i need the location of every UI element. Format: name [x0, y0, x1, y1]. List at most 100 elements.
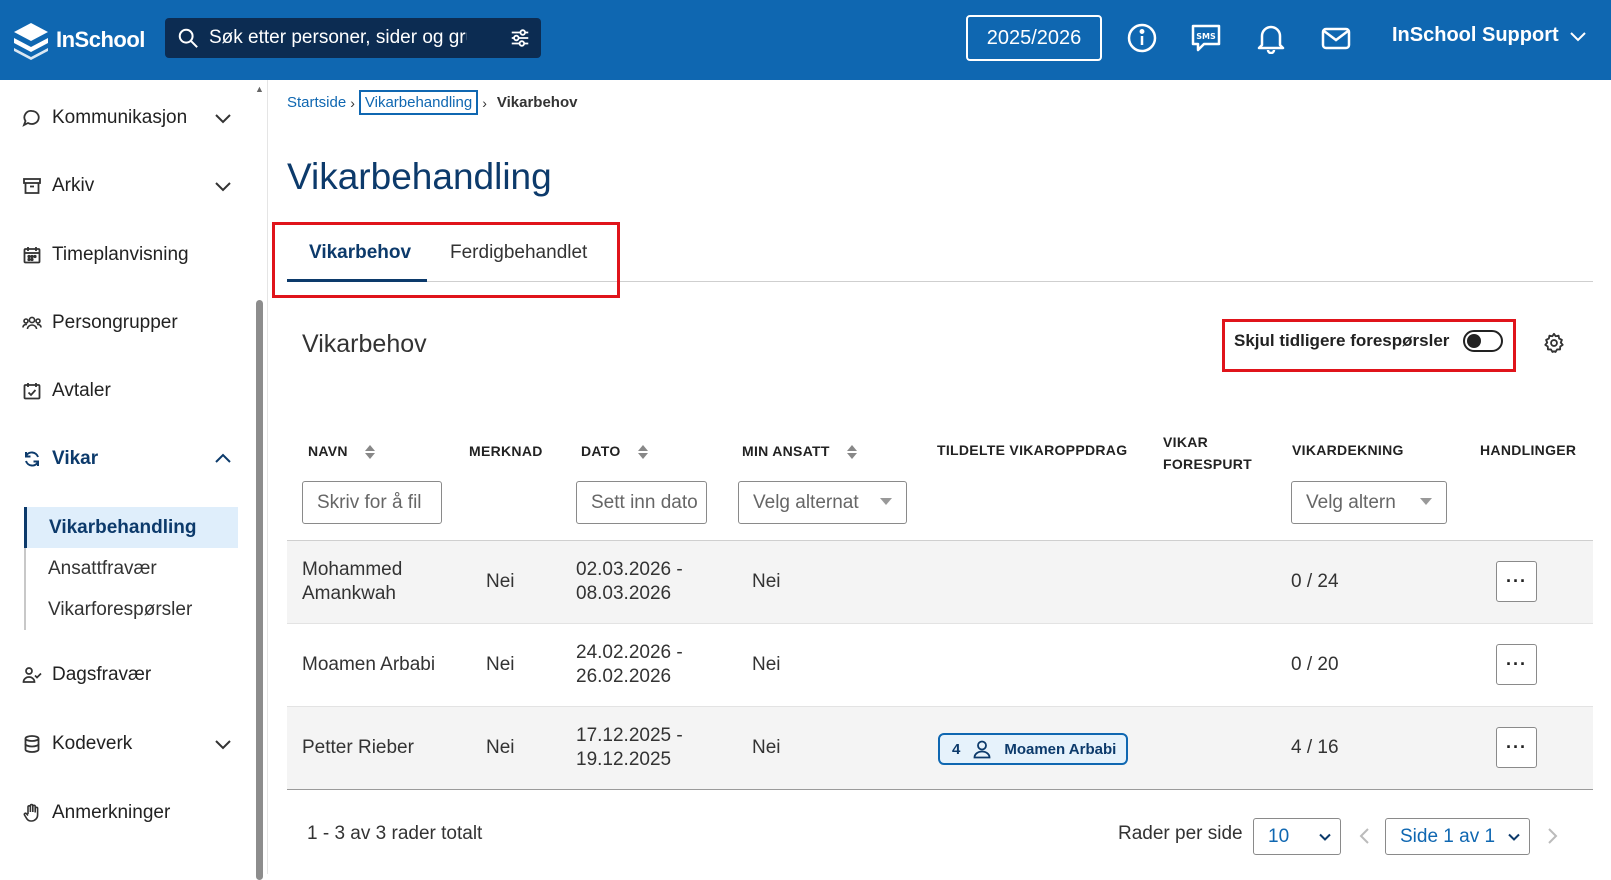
sms-icon[interactable]: SMS	[1190, 22, 1222, 54]
section-title: Vikarbehov	[302, 330, 427, 358]
global-search[interactable]: Søk etter personer, sider og gru	[165, 18, 541, 58]
sidebar-item-kodeverk[interactable]: Kodeverk	[22, 733, 232, 755]
date-line: 02.03.2026 -	[576, 559, 683, 580]
database-icon	[24, 735, 40, 753]
breadcrumb-parent-highlight: Vikarbehandling	[358, 90, 479, 115]
sidebar-item-avtaler[interactable]: Avtaler	[22, 380, 232, 402]
sidebar-item-label: Kommunikasjon	[52, 107, 188, 128]
page-select[interactable]: Side 1 av 1	[1385, 818, 1530, 855]
breadcrumb-parent-link[interactable]: Vikarbehandling	[365, 94, 472, 111]
cell-dato: 02.03.2026 - 08.03.2026	[576, 558, 683, 606]
sidebar-subitem-ansattfravaer[interactable]: Ansattfravær	[26, 548, 238, 589]
column-header-label: NAVN	[308, 443, 348, 459]
sidebar-subitem-vikarbehandling[interactable]: Vikarbehandling	[24, 507, 238, 548]
chevron-up-icon	[215, 453, 231, 463]
app-logo[interactable]: InSchool	[12, 20, 145, 60]
logo-text: InSchool	[56, 27, 145, 52]
row-actions-button[interactable]: ···	[1496, 644, 1537, 685]
sidebar-scrollbar[interactable]: ▲	[254, 80, 264, 880]
sidebar-item-label: Vikar	[52, 448, 99, 469]
date-line: 24.02.2026 -	[576, 642, 683, 663]
filter-sliders-icon[interactable]	[509, 27, 531, 49]
search-icon	[178, 28, 198, 48]
min-ansatt-filter-select[interactable]: Velg alternat	[738, 481, 907, 524]
sidebar-item-persongrupper[interactable]: Persongrupper	[22, 312, 232, 334]
column-header-min-ansatt[interactable]: MIN ANSATT	[742, 443, 858, 460]
cell-min-ansatt: Nei	[752, 737, 781, 758]
previous-page-icon[interactable]	[1358, 827, 1372, 845]
sidebar-item-arkiv[interactable]: Arkiv	[22, 175, 232, 197]
school-year-button[interactable]: 2025/2026	[966, 15, 1102, 61]
mail-icon[interactable]	[1320, 22, 1352, 54]
row-actions-button[interactable]: ···	[1496, 727, 1537, 768]
date-line: 17.12.2025 -	[576, 725, 683, 746]
date-line: 26.02.2026	[576, 666, 672, 687]
svg-text:SMS: SMS	[1196, 32, 1216, 41]
bell-icon[interactable]	[1255, 22, 1287, 54]
sidebar-item-vikar[interactable]: Vikar	[22, 448, 232, 470]
column-header-label: MIN ANSATT	[742, 443, 830, 459]
column-header-vikardekning: VIKARDEKNING	[1292, 442, 1404, 458]
person-icon	[973, 740, 991, 759]
date-line: 19.12.2025	[576, 749, 672, 770]
chevron-down-icon	[215, 182, 231, 192]
info-icon[interactable]	[1126, 22, 1158, 54]
sidebar-item-label: Persongrupper	[52, 312, 178, 333]
sidebar-item-kommunikasjon[interactable]: Kommunikasjon	[22, 107, 232, 129]
column-header-dato[interactable]: DATO	[581, 443, 649, 460]
sidebar-item-label: Kodeverk	[52, 733, 133, 754]
scrollbar-thumb[interactable]	[256, 300, 263, 880]
assigned-substitute-chip[interactable]: 4 Moamen Arbabi	[938, 733, 1129, 765]
chevron-down-icon	[215, 740, 231, 750]
scroll-up-arrow-icon[interactable]: ▲	[255, 84, 264, 94]
vikar-submenu: Vikarbehandling Ansattfravær Vikarforesp…	[24, 507, 238, 630]
cell-merknad: Nei	[486, 654, 515, 675]
cell-vikardekning: 0 / 24	[1291, 571, 1339, 592]
sidebar-item-dagsfravaer[interactable]: Dagsfravær	[22, 664, 232, 686]
select-value: Velg alternat	[753, 491, 859, 513]
search-input[interactable]: Søk etter personer, sider og gru	[209, 27, 467, 49]
sidebar-item-timeplanvisning[interactable]: Timeplanvisning	[22, 244, 232, 266]
vikardekning-filter-select[interactable]: Velg altern	[1291, 481, 1447, 524]
navn-filter-input[interactable]: Skriv for å fil	[302, 481, 442, 524]
chip-count: 4	[952, 740, 961, 758]
table-row[interactable]: Petter Rieber Nei 17.12.2025 - 19.12.202…	[287, 707, 1593, 790]
sort-icon[interactable]	[637, 444, 649, 460]
cell-merknad: Nei	[486, 571, 515, 592]
rows-per-page-label: Rader per side	[1118, 823, 1243, 844]
sort-icon[interactable]	[364, 444, 376, 460]
next-page-icon[interactable]	[1545, 827, 1559, 845]
table-row[interactable]: Moamen Arbabi Nei 24.02.2026 - 26.02.202…	[287, 624, 1593, 707]
select-value: 10	[1268, 825, 1290, 847]
table-row[interactable]: Mohammed Amankwah Nei 02.03.2026 - 08.03…	[287, 541, 1593, 624]
calendar-icon	[23, 247, 41, 264]
cell-navn: Mohammed Amankwah	[302, 558, 402, 606]
toggle-highlight-box	[1222, 319, 1516, 372]
user-menu[interactable]: InSchool Support	[1392, 24, 1587, 47]
name-line: Mohammed	[302, 559, 403, 580]
sidebar-item-label: Anmerkninger	[52, 802, 171, 823]
dato-filter-input[interactable]: Sett inn dato	[576, 481, 707, 524]
name-line: Amankwah	[302, 583, 396, 604]
breadcrumb-home-link[interactable]: Startside	[287, 94, 346, 111]
sidebar-subitem-vikarforesporsler[interactable]: Vikarforespørsler	[26, 589, 238, 630]
tabs-highlight-box	[272, 222, 620, 298]
person-check-icon	[22, 667, 42, 683]
cell-dato: 24.02.2026 - 26.02.2026	[576, 641, 683, 689]
column-header-navn[interactable]: NAVN	[308, 443, 376, 460]
cell-navn: Petter Rieber	[302, 737, 414, 758]
sidebar-item-anmerkninger[interactable]: Anmerkninger	[22, 802, 232, 824]
user-name: InSchool Support	[1392, 24, 1559, 46]
cell-min-ansatt: Nei	[752, 571, 781, 592]
gear-icon[interactable]	[1543, 332, 1565, 354]
chevron-down-icon	[1569, 31, 1586, 41]
cell-vikardekning: 4 / 16	[1291, 737, 1339, 758]
column-header-label: VIKAR	[1163, 434, 1209, 450]
caret-down-icon	[1420, 498, 1432, 505]
calendar-check-icon	[23, 383, 41, 400]
row-actions-button[interactable]: ···	[1496, 561, 1537, 602]
cell-merknad: Nei	[486, 737, 515, 758]
rows-per-page-select[interactable]: 10	[1253, 818, 1341, 855]
sort-icon[interactable]	[846, 444, 858, 460]
select-value: Side 1 av 1	[1400, 825, 1496, 847]
